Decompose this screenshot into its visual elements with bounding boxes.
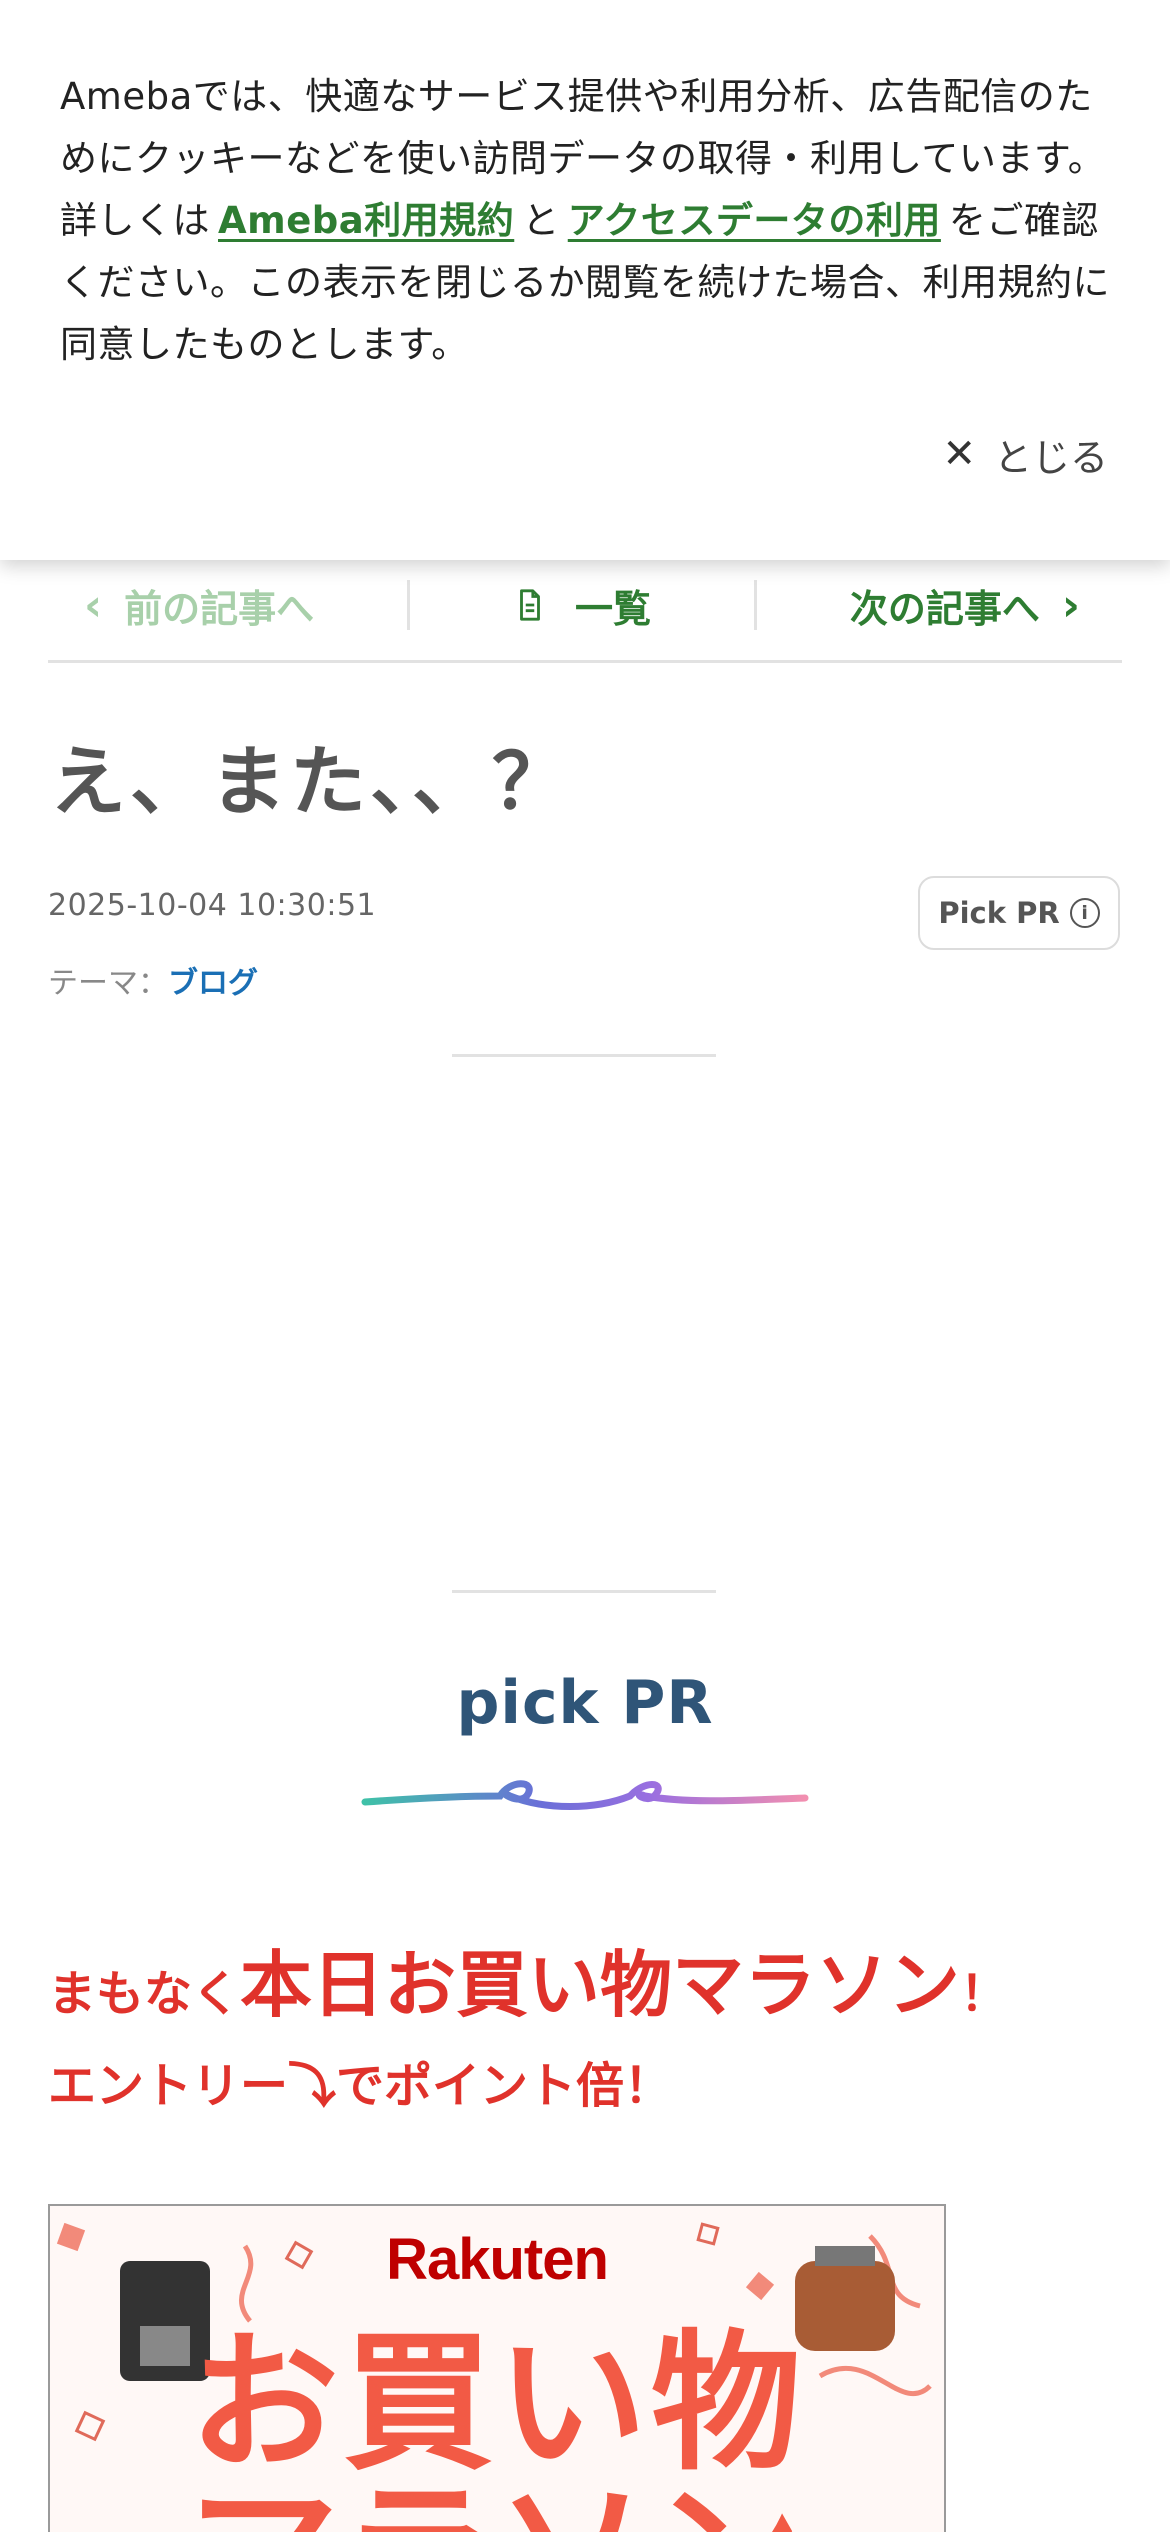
pick-pr-heading: pick PR (456, 1668, 714, 1738)
promo-prefix: まもなく (48, 1966, 241, 2022)
pick-pr-button[interactable]: Pick PR i (918, 876, 1120, 950)
prev-article-link[interactable]: ‹ 前の記事へ (48, 575, 407, 635)
content-divider-bottom (452, 1590, 716, 1593)
article-nav: ‹ 前の記事へ 一覧 次の記事へ › (48, 550, 1122, 663)
pick-pr-label: Pick PR (938, 896, 1060, 930)
promo-title: 本日お買い物マラソン (240, 1943, 961, 2027)
cookie-consent-banner: Amebaでは、快適なサービス提供や利用分析、広告配信のためにクッキーなどを使い… (0, 0, 1170, 560)
promo-suffix: ！ (960, 1966, 1009, 2022)
document-icon (520, 589, 540, 621)
close-icon: ✕ (942, 431, 976, 477)
article-list-link[interactable]: 一覧 (410, 575, 755, 635)
article-datetime: 2025-10-04 10:30:51 (48, 888, 377, 923)
theme-link[interactable]: ブログ (168, 966, 258, 1001)
article-title: え、また、、？ (50, 737, 572, 826)
cookie-consent-text: Amebaでは、快適なサービス提供や利用分析、広告配信のためにクッキーなどを使い… (60, 66, 1110, 376)
chevron-left-icon: ‹ (84, 579, 103, 631)
promo-subline: エントリー⤵でポイント倍！ (48, 2058, 673, 2114)
theme-label: テーマ： (48, 966, 168, 1001)
ribbon-decoration (361, 1780, 809, 1810)
page: Amebaでは、快適なサービス提供や利用分析、広告配信のためにクッキーなどを使い… (0, 0, 1170, 2532)
next-article-link[interactable]: 次の記事へ › (757, 575, 1122, 635)
access-data-link[interactable]: アクセスデータの利用 (568, 199, 941, 242)
article-theme: テーマ：ブログ (48, 958, 258, 1002)
rakuten-banner[interactable]: Rakuten お買い物 マラソン (48, 2204, 946, 2532)
chevron-right-icon: › (1061, 579, 1081, 631)
cookie-text-and: と (522, 199, 560, 242)
banner-title-line-1: お買い物 (188, 2317, 805, 2491)
banner-title-line-2: マラソン (50, 2474, 944, 2532)
terms-link[interactable]: Ameba利用規約 (218, 199, 514, 242)
close-label: とじる (993, 435, 1108, 480)
promo-headline: まもなく本日お買い物マラソン！ (48, 1926, 1008, 2031)
next-article-label: 次の記事へ (849, 586, 1040, 631)
article-list-label: 一覧 (575, 586, 652, 631)
prev-article-label: 前の記事へ (124, 586, 315, 631)
close-button[interactable]: ✕ とじる (942, 424, 1108, 484)
info-icon: i (1069, 898, 1100, 928)
rakuten-logo: Rakuten (386, 2227, 609, 2292)
content-divider-top (452, 1054, 716, 1057)
